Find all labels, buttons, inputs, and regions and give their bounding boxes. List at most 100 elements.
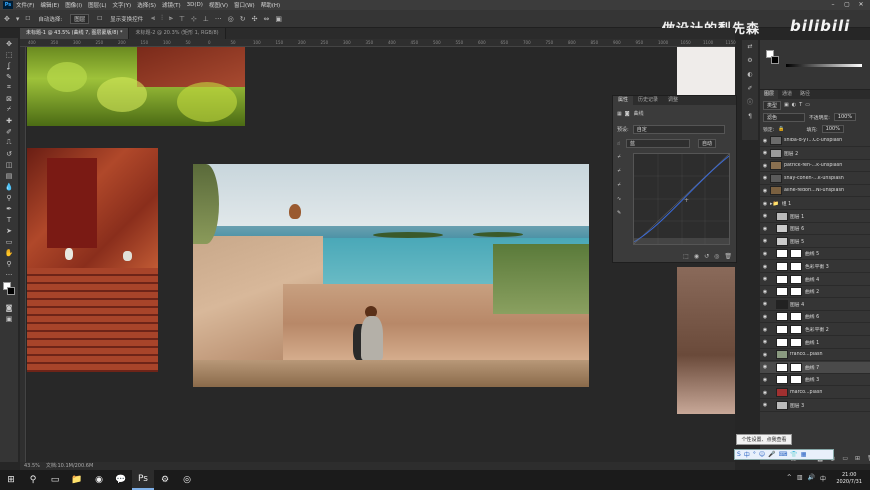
clip-layer-icon[interactable]: ⬚ (683, 253, 689, 260)
menu-type[interactable]: 文字(Y) (113, 1, 132, 9)
doc-tab-untitled-2[interactable]: 未标题-2 @ 20.3% (矩形 1, RGB/8) (129, 28, 226, 39)
layer-mask-icon[interactable]: ◙ (625, 111, 630, 117)
preset-dropdown[interactable]: 自定 (632, 125, 725, 134)
visibility-eye-icon[interactable]: ◉ (760, 339, 770, 345)
align-center-icon[interactable]: ⫶ (161, 14, 163, 23)
color-bg-swatch[interactable] (771, 56, 779, 64)
layer-mask-thumbnail[interactable] (790, 312, 802, 322)
doc-tab-untitled-1[interactable]: 未标题-1 @ 43.5% (曲线 7, 图层蒙版/8) * (20, 28, 130, 39)
filter-type-icon[interactable]: T (799, 102, 802, 108)
opacity-input[interactable]: 100% (833, 113, 857, 121)
path-select-icon[interactable]: ➤ (0, 225, 18, 236)
auto-select-checkbox[interactable]: ☐ (25, 16, 30, 22)
layer-row[interactable]: ◉ 色彩平衡 2 (760, 324, 870, 336)
taskbar-clock[interactable]: 21:00 2020/7/31 (836, 472, 862, 486)
layer-row[interactable]: ◉ 曲线 2 (760, 286, 870, 299)
show-transform-checkbox[interactable]: ☐ (97, 16, 102, 22)
marquee-tool-icon[interactable]: ⬚ (0, 49, 18, 60)
visibility-eye-icon[interactable]: ◉ (760, 150, 770, 156)
filter-adjust-icon[interactable]: ◐ (792, 102, 796, 108)
layer-row[interactable]: ◉ 曲线 6 (760, 311, 870, 324)
visibility-eye-icon[interactable]: ◉ (760, 276, 770, 282)
visibility-eye-icon[interactable]: ◉ (760, 289, 770, 295)
color-slider[interactable] (786, 64, 862, 67)
windows-start-icon[interactable]: ⊞ (0, 470, 22, 490)
screen-mode-icon[interactable]: ▣ (0, 313, 18, 324)
layer-row[interactable]: ◉ 图层 5 (760, 236, 870, 248)
close-icon[interactable]: ✕ (854, 0, 868, 10)
layer-mask-thumbnail[interactable] (790, 249, 802, 259)
maximize-icon[interactable]: ▢ (840, 0, 854, 10)
kind-filter-dropdown[interactable]: 类型 (763, 100, 782, 110)
eyedropper-gray-icon[interactable]: ⌿ (618, 168, 621, 174)
volume-icon[interactable]: 🔊 (808, 474, 815, 483)
hand-tool-icon[interactable]: ✋ (0, 247, 18, 258)
target-adjust-icon[interactable]: ☝ (617, 141, 620, 147)
layer-mask-thumbnail[interactable] (790, 325, 802, 334)
type-tool-icon[interactable]: T (0, 214, 18, 225)
curve-edit-icon[interactable]: ∿ (617, 196, 621, 202)
quick-mask-icon[interactable]: ◙ (0, 302, 18, 313)
menu-edit[interactable]: 编辑(E) (40, 1, 59, 9)
3d-rotate-icon[interactable]: ↻ (240, 15, 246, 23)
auto-select-dropdown[interactable]: 图层 (70, 13, 90, 24)
gradient-icon[interactable]: ▤ (0, 170, 18, 181)
brush-settings-icon[interactable]: ✐ (742, 82, 758, 96)
pencil-draw-icon[interactable]: ✎ (617, 210, 621, 216)
lock-icon[interactable]: 🔒 (778, 126, 784, 132)
color-swatches[interactable] (0, 280, 18, 302)
visibility-eye-icon[interactable]: ◉ (760, 138, 770, 144)
tab-paths[interactable]: 路径 (796, 90, 814, 99)
visibility-eye-icon[interactable]: ◉ (760, 238, 770, 244)
lasso-tool-icon[interactable]: ʆ (0, 60, 18, 71)
history-brush-icon[interactable]: ↺ (0, 148, 18, 159)
info-icon[interactable]: ⓘ (742, 96, 758, 110)
layer-row[interactable]: ◉ 色彩平衡 3 (760, 261, 870, 273)
3d-mode-icon[interactable]: ◎ (228, 15, 234, 23)
tray-up-icon[interactable]: ^ (787, 474, 792, 483)
visibility-eye-icon[interactable]: ◉ (760, 264, 770, 270)
visibility-eye-icon[interactable]: ◉ (760, 201, 770, 207)
search-icon[interactable]: ⚲ (22, 470, 44, 490)
ime-lang-icon[interactable]: 中 (744, 450, 750, 459)
paragraph-icon[interactable]: ¶ (742, 110, 758, 124)
ime-voice-icon[interactable]: 🎤 (768, 451, 775, 458)
ime-indicator-icon[interactable]: 中 (820, 474, 826, 483)
auto-button[interactable]: 自动 (698, 139, 717, 148)
move-tool-icon[interactable]: ✥ (4, 15, 10, 23)
chevron-down-icon[interactable]: ▾ (16, 15, 20, 23)
layer-mask-thumbnail[interactable] (790, 262, 802, 271)
frame-tool-icon[interactable]: ⊠ (0, 93, 18, 104)
visibility-eye-icon[interactable]: ◉ (760, 352, 770, 358)
file-explorer-icon[interactable]: 📁 (66, 470, 88, 490)
delete-icon[interactable]: 🗑 (724, 253, 732, 260)
layer-row[interactable]: ◉ 曲线 1 (760, 337, 870, 349)
layer-row[interactable]: ◉ 图层 2 (760, 148, 870, 160)
3d-slide-icon[interactable]: ⇔ (263, 15, 269, 23)
zoom-level[interactable]: 43.5% (24, 463, 40, 469)
visibility-eye-icon[interactable]: ◉ (760, 188, 770, 194)
layer-row[interactable]: ◉ ▸📁 组 1 (760, 198, 870, 210)
layer-row[interactable]: ◉ aline-fedori...NI-unsplash (760, 185, 870, 198)
layer-row[interactable]: ◉ marco...plash (760, 387, 870, 399)
curve-graph[interactable]: + (633, 153, 730, 245)
layer-mask-thumbnail[interactable] (790, 375, 802, 385)
filter-pixel-icon[interactable]: ▣ (784, 102, 789, 108)
visibility-eye-icon[interactable]: ◉ (760, 213, 770, 219)
ime-keyboard-icon[interactable]: ⌨ (779, 451, 788, 458)
visibility-eye-icon[interactable]: ◉ (760, 402, 770, 408)
layer-row[interactable]: ◉ 图层 6 (760, 223, 870, 236)
layer-mask-thumbnail[interactable] (790, 337, 802, 347)
layer-mask-thumbnail[interactable] (790, 287, 802, 297)
eraser-icon[interactable]: ◫ (0, 159, 18, 170)
group-folder-icon[interactable]: ▸📁 (770, 201, 779, 207)
channel-dropdown[interactable]: 蓝 (626, 139, 691, 148)
visibility-eye-icon[interactable]: ◉ (760, 390, 770, 396)
visibility-eye-icon[interactable]: ◉ (760, 175, 770, 181)
app-icon[interactable]: ⚙ (154, 470, 176, 490)
video-icon[interactable]: ▣ (275, 15, 282, 23)
ime-toolbar[interactable]: S 中 ° ☺ 🎤 ⌨ 👕 ▦ (734, 449, 834, 460)
eyedropper-black-icon[interactable]: ⌿ (618, 154, 621, 160)
minimize-icon[interactable]: – (826, 0, 840, 10)
tab-history[interactable]: 历史记录 (633, 96, 663, 105)
